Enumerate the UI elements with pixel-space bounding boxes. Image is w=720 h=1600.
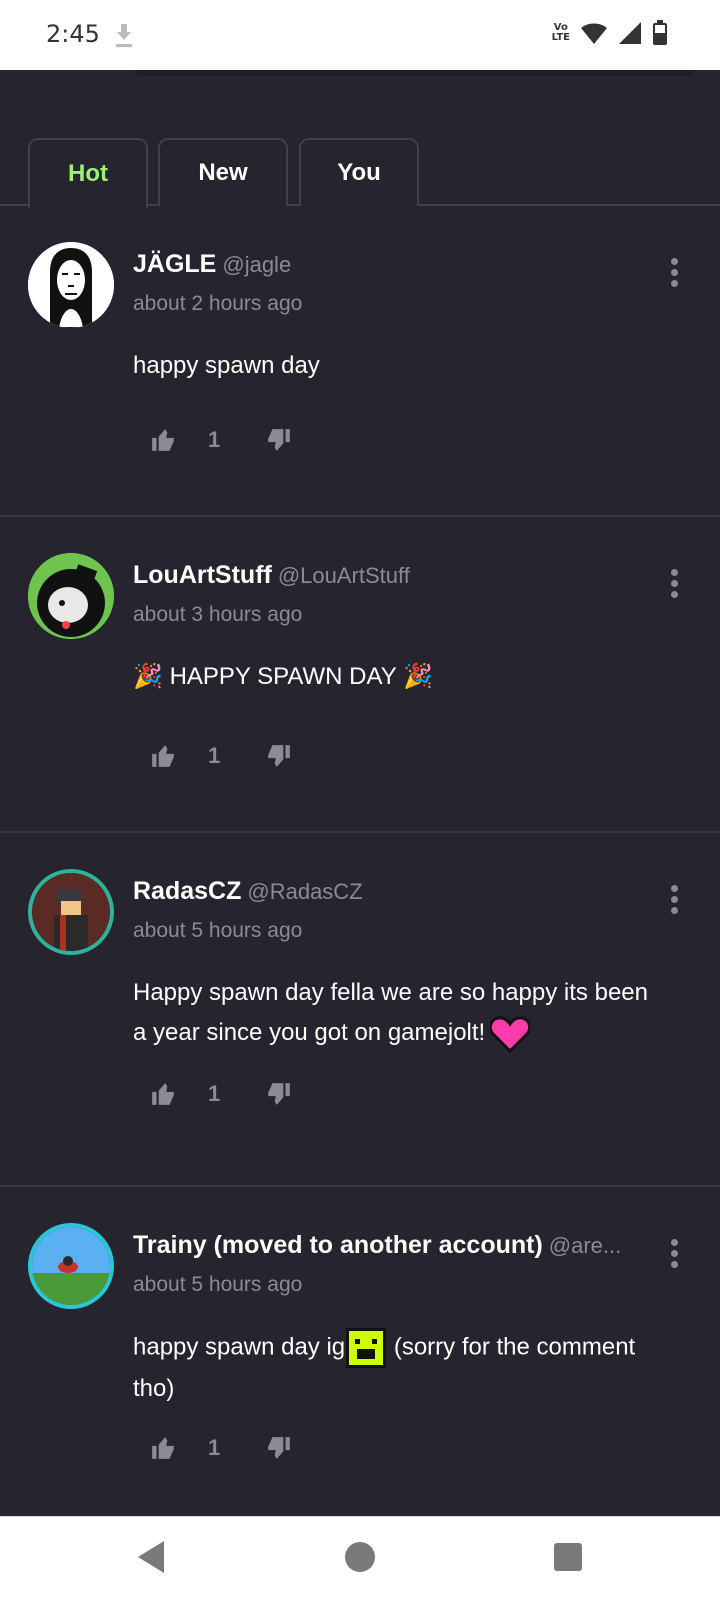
tab-you[interactable]: You — [299, 138, 419, 206]
home-icon[interactable] — [344, 1539, 376, 1575]
comment-text: 🎉 HAPPY SPAWN DAY 🎉 — [133, 657, 653, 697]
tab-new[interactable]: New — [158, 138, 288, 206]
signal-icon — [619, 22, 641, 44]
author-name[interactable]: LouArtStuff — [133, 561, 272, 589]
recents-icon[interactable] — [552, 1539, 584, 1575]
thumbs-down-icon[interactable] — [266, 1081, 292, 1107]
avatar[interactable] — [28, 1223, 114, 1309]
comment-time: about 2 hours ago — [133, 292, 303, 315]
comment-text-content: Happy spawn day fella we are so happy it… — [133, 979, 648, 1046]
comment-actions: 1 — [150, 425, 292, 455]
tab-hot[interactable]: Hot — [28, 138, 148, 208]
avatar[interactable] — [28, 869, 114, 955]
author-handle[interactable]: @jagle — [222, 252, 291, 277]
comment-text: happy spawn day — [133, 352, 320, 379]
pink-heart-icon — [488, 1016, 531, 1053]
comment-actions: 1 — [150, 1079, 292, 1109]
author-handle[interactable]: @are... — [549, 1233, 621, 1258]
thumbs-up-icon[interactable] — [150, 1435, 176, 1461]
comment-item: JÄGLE @jagle about 2 hours ago happy spaw… — [0, 206, 720, 517]
comment-time: about 5 hours ago — [133, 919, 303, 942]
author-name[interactable]: Trainy (moved to another account) — [133, 1231, 543, 1259]
author-handle[interactable]: @LouArtStuff — [278, 563, 410, 588]
header-divider — [136, 70, 692, 76]
comment-text: Happy spawn day fella we are so happy it… — [133, 973, 653, 1053]
battery-icon — [653, 20, 667, 45]
comment-time: about 3 hours ago — [133, 603, 303, 626]
like-count: 1 — [208, 1081, 221, 1106]
more-vert-icon[interactable] — [664, 1239, 684, 1269]
thumbs-up-icon[interactable] — [150, 427, 176, 453]
volte-icon: Vo LTE — [551, 22, 570, 43]
more-vert-icon[interactable] — [664, 885, 684, 915]
wifi-icon — [581, 23, 607, 44]
thumbs-up-icon[interactable] — [150, 1081, 176, 1107]
back-icon[interactable] — [136, 1539, 168, 1575]
author-handle[interactable]: @RadasCZ — [247, 879, 362, 904]
thumbs-down-icon[interactable] — [266, 427, 292, 453]
comment-time: about 5 hours ago — [133, 1273, 303, 1296]
comment-actions: 1 — [150, 741, 292, 771]
party-popper-emoji: 🎉 — [133, 663, 163, 690]
status-time: 2:45 — [46, 20, 100, 48]
comment-text-content: HAPPY SPAWN DAY — [169, 663, 397, 690]
like-count: 1 — [208, 427, 221, 452]
like-count: 1 — [208, 1435, 221, 1460]
avatar[interactable] — [28, 242, 114, 328]
avatar[interactable] — [28, 553, 114, 639]
thumbs-down-icon[interactable] — [266, 743, 292, 769]
more-vert-icon[interactable] — [664, 258, 684, 288]
status-icons: Vo LTE — [552, 20, 668, 46]
party-popper-emoji: 🎉 — [402, 663, 433, 690]
like-count: 1 — [208, 743, 221, 768]
comment-text: happy spawn day ig (sorry for the commen… — [133, 1327, 653, 1409]
thumbs-down-icon[interactable] — [266, 1435, 292, 1461]
system-nav-bar — [0, 1516, 720, 1600]
comment-item: Trainy (moved to another account) @are...… — [0, 1187, 720, 1516]
thumbs-up-icon[interactable] — [150, 743, 176, 769]
author-name[interactable]: RadasCZ — [133, 877, 241, 905]
feed-tabs: Hot New You — [0, 138, 720, 208]
download-icon — [116, 24, 132, 47]
comment-item: LouArtStuff @LouArtStuff about 3 hours ag… — [0, 517, 720, 833]
author-name[interactable]: JÄGLE — [133, 250, 216, 278]
more-vert-icon[interactable] — [664, 569, 684, 599]
status-bar: 2:45 Vo LTE — [0, 0, 720, 70]
gamejolt-face-icon — [346, 1328, 387, 1368]
comment-actions: 1 — [150, 1433, 292, 1463]
comment-text-content: happy spawn day ig — [133, 1333, 346, 1361]
comment-item: RadasCZ @RadasCZ about 5 hours ago Happy … — [0, 833, 720, 1187]
